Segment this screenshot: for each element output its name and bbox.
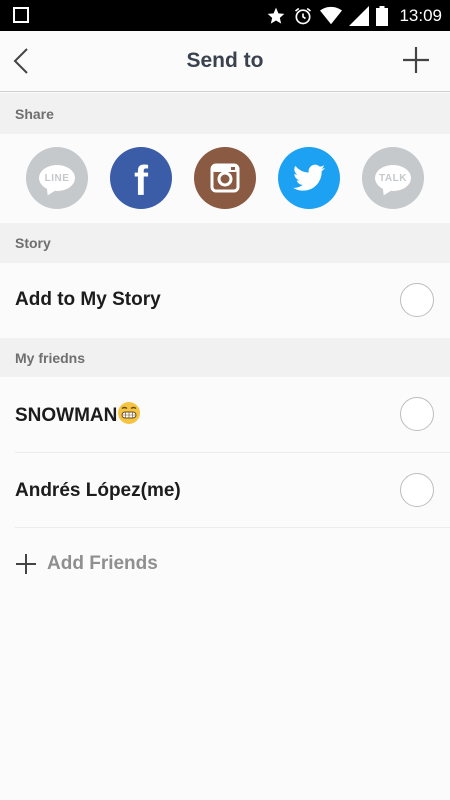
add-friends-label: Add Friends xyxy=(47,553,158,574)
status-bar: 13:09 xyxy=(0,0,450,31)
status-icons: 13:09 xyxy=(266,0,442,31)
wifi-icon xyxy=(320,6,343,24)
add-friends-button[interactable]: Add Friends xyxy=(15,553,158,575)
line-icon: LINE xyxy=(39,165,75,191)
twitter-icon xyxy=(293,164,325,191)
section-header-share: Share xyxy=(0,93,450,134)
grinning-face-emoji-icon xyxy=(118,402,141,424)
friend-row-snowman[interactable]: SNOWMAN xyxy=(0,377,450,452)
app-bar: Send to xyxy=(0,31,450,92)
star-icon xyxy=(268,7,285,24)
status-time: 13:09 xyxy=(399,5,442,25)
page-title: Send to xyxy=(186,49,264,72)
add-button[interactable] xyxy=(402,46,430,74)
share-kakaotalk-button[interactable]: TALK xyxy=(362,147,424,209)
share-twitter-button[interactable] xyxy=(278,147,340,209)
instagram-icon xyxy=(210,163,240,193)
alarm-icon xyxy=(295,7,312,24)
section-friends-label: My friedns xyxy=(15,349,86,366)
share-row: LINE f TALK xyxy=(0,134,450,222)
facebook-icon: f xyxy=(134,157,148,204)
share-line-button[interactable]: LINE xyxy=(26,147,88,209)
kakaotalk-icon: TALK xyxy=(375,165,411,191)
friend-row-andres-lopez[interactable]: Andrés López(me) xyxy=(0,453,450,528)
story-row-label: Add to My Story xyxy=(15,289,161,310)
story-row-add-to-my-story[interactable]: Add to My Story xyxy=(0,263,450,338)
friend-name: SNOWMAN xyxy=(15,405,118,426)
row-divider xyxy=(15,527,450,528)
friend-row-label: Andrés López(me) xyxy=(15,480,181,501)
section-share-label: Share xyxy=(15,105,54,122)
friend-row-label: SNOWMAN xyxy=(15,402,141,427)
section-header-friends: My friedns xyxy=(0,338,450,377)
section-header-story: Story xyxy=(0,223,450,263)
story-select-radio[interactable] xyxy=(400,283,434,317)
share-facebook-button[interactable]: f xyxy=(110,147,172,209)
friend-select-radio[interactable] xyxy=(400,397,434,431)
plus-icon xyxy=(16,554,36,574)
friend-select-radio[interactable] xyxy=(400,473,434,507)
signal-icon xyxy=(349,5,370,26)
share-instagram-button[interactable] xyxy=(194,147,256,209)
recents-square-icon xyxy=(13,7,29,23)
battery-icon xyxy=(376,5,389,26)
plus-icon xyxy=(403,47,429,73)
section-story-label: Story xyxy=(15,235,51,251)
